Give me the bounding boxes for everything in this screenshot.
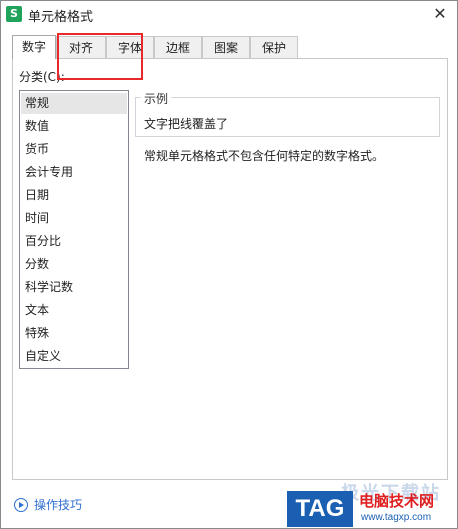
close-icon[interactable]: ✕ [429, 3, 451, 25]
tab-protection[interactable]: 保护 [250, 36, 298, 58]
category-item-special[interactable]: 特殊 [21, 323, 127, 344]
tag-logo: TAG [287, 491, 353, 527]
operation-tips-link[interactable]: 操作技巧 [14, 496, 82, 514]
category-label: 分类(C): [19, 70, 65, 84]
sample-legend: 示例 [141, 90, 172, 107]
category-item-custom[interactable]: 自定义 [21, 346, 127, 367]
format-description: 常规单元格格式不包含任何特定的数字格式。 [144, 149, 385, 163]
tab-border[interactable]: 边框 [154, 36, 202, 58]
category-item-percentage[interactable]: 百分比 [21, 231, 127, 252]
category-item-fraction[interactable]: 分数 [21, 254, 127, 275]
dialog-title: 单元格格式 [28, 10, 94, 25]
tab-font[interactable]: 字体 [106, 36, 154, 58]
category-item-time[interactable]: 时间 [21, 208, 127, 229]
category-item-scientific[interactable]: 科学记数 [21, 277, 127, 298]
category-list[interactable]: 常规 数值 货币 会计专用 日期 时间 百分比 分数 科学记数 文本 特殊 自定… [19, 90, 129, 369]
category-item-currency[interactable]: 货币 [21, 139, 127, 160]
watermark-site-name: 电脑技术网 [359, 492, 435, 510]
format-cells-dialog: S 单元格格式 ✕ 数字 对齐 字体 边框 图案 保护 分类(C): 常规 数值… [0, 0, 458, 529]
category-item-accounting[interactable]: 会计专用 [21, 162, 127, 183]
play-circle-icon [14, 497, 28, 512]
watermark-url: www.tagxp.com [361, 512, 432, 523]
tab-pattern[interactable]: 图案 [202, 36, 250, 58]
category-item-text[interactable]: 文本 [21, 300, 127, 321]
title-bar: S 单元格格式 ✕ [1, 1, 457, 27]
operation-tips-label: 操作技巧 [34, 498, 83, 512]
category-item-general[interactable]: 常规 [21, 93, 127, 114]
tab-alignment[interactable]: 对齐 [56, 36, 106, 58]
category-item-number[interactable]: 数值 [21, 116, 127, 137]
wps-sheet-app-icon: S [6, 6, 22, 22]
sample-preview-text: 文字把线覆盖了 [144, 117, 229, 131]
tab-number[interactable]: 数字 [12, 35, 56, 59]
category-item-date[interactable]: 日期 [21, 185, 127, 206]
